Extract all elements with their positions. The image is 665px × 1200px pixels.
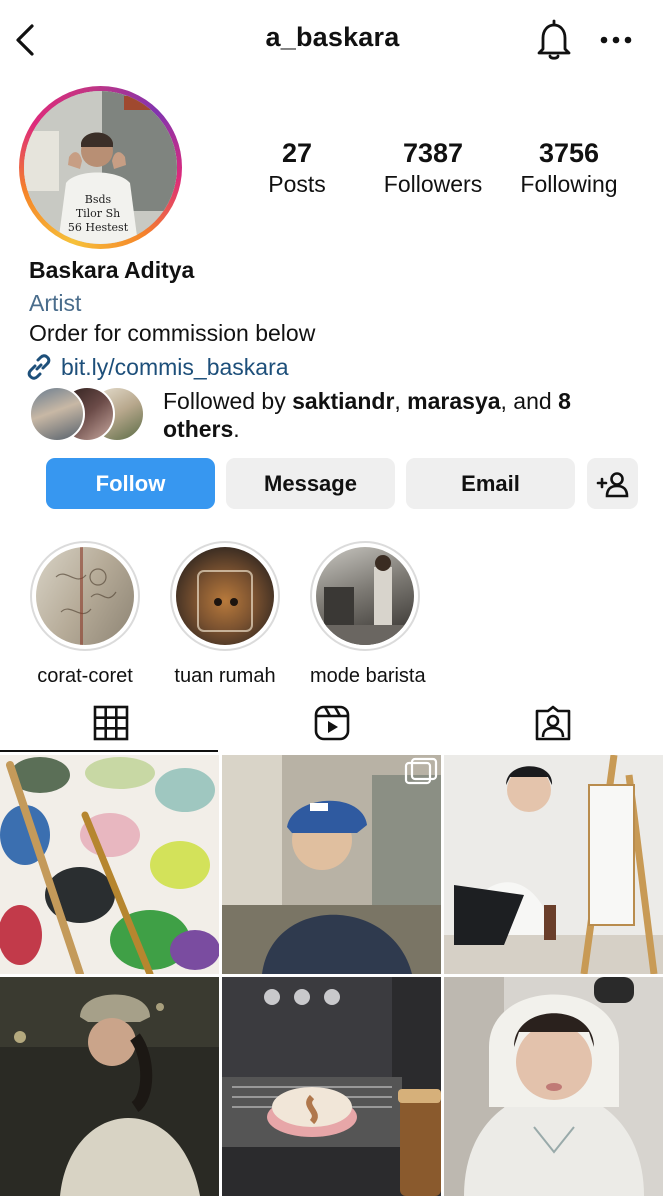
followed-by-text[interactable]: Followed by saktiandr, marasya, and 8 ot… bbox=[163, 387, 623, 443]
grid-icon bbox=[93, 705, 128, 741]
post-thumbnail[interactable] bbox=[222, 977, 441, 1196]
tab-reels[interactable] bbox=[221, 693, 442, 753]
followers-label: Followers bbox=[383, 171, 483, 197]
post-thumbnail[interactable] bbox=[444, 977, 663, 1196]
more-options-button[interactable] bbox=[598, 28, 638, 52]
suggest-users-button[interactable] bbox=[587, 458, 638, 509]
post-thumbnail[interactable] bbox=[0, 755, 219, 974]
highlight-cover bbox=[176, 547, 274, 645]
email-button[interactable]: Email bbox=[406, 458, 575, 509]
mutual-followers-avatars[interactable] bbox=[29, 386, 145, 442]
mutual-user-1[interactable]: saktiandr bbox=[292, 388, 394, 414]
add-person-icon bbox=[596, 471, 628, 497]
stat-following[interactable]: 3756 Following bbox=[499, 138, 639, 198]
follow-button[interactable]: Follow bbox=[46, 458, 215, 509]
post-thumbnail[interactable] bbox=[0, 977, 219, 1196]
following-count: 3756 bbox=[538, 138, 600, 168]
highlight-corat-coret[interactable]: corat-coret bbox=[30, 541, 140, 688]
followers-count: 7387 bbox=[402, 138, 464, 168]
tab-tagged[interactable] bbox=[442, 693, 663, 753]
more-horizontal-icon bbox=[600, 36, 632, 44]
active-tab-indicator bbox=[0, 750, 218, 752]
svg-text:Bsds: Bsds bbox=[85, 193, 112, 206]
posts-grid bbox=[0, 755, 665, 1200]
tab-posts-grid[interactable] bbox=[0, 693, 221, 753]
profile-name: Baskara Aditya bbox=[29, 257, 195, 283]
profile-avatar[interactable]: Bsds Tilor Sh 56 Hestest bbox=[19, 86, 182, 249]
highlight-cover bbox=[316, 547, 414, 645]
following-label: Following bbox=[520, 171, 618, 197]
highlight-label: tuan rumah bbox=[174, 665, 276, 687]
bell-icon bbox=[537, 19, 571, 60]
avatar-photo: Bsds Tilor Sh 56 Hestest bbox=[24, 91, 177, 244]
svg-text:56 Hestest: 56 Hestest bbox=[68, 221, 129, 234]
post-thumbnail[interactable] bbox=[222, 755, 441, 974]
profile-category: Artist bbox=[29, 290, 82, 316]
posts-count: 27 bbox=[281, 138, 313, 168]
notifications-button[interactable] bbox=[534, 18, 574, 62]
mutual-user-2[interactable]: marasya bbox=[407, 388, 500, 414]
highlight-label: mode barista bbox=[310, 665, 426, 687]
mutual-avatar-1 bbox=[29, 386, 85, 442]
highlight-cover bbox=[36, 547, 134, 645]
profile-bio: Order for commission below bbox=[29, 320, 316, 346]
profile-link[interactable]: bit.ly/commis_baskara bbox=[25, 352, 289, 382]
post-thumbnail[interactable] bbox=[444, 755, 663, 974]
reels-icon bbox=[314, 705, 349, 741]
message-button[interactable]: Message bbox=[226, 458, 395, 509]
stat-followers[interactable]: 7387 Followers bbox=[363, 138, 503, 198]
posts-label: Posts bbox=[268, 171, 326, 197]
svg-text:Tilor Sh: Tilor Sh bbox=[76, 207, 120, 220]
stat-posts[interactable]: 27 Posts bbox=[227, 138, 367, 198]
tagged-person-icon bbox=[535, 705, 570, 741]
highlight-tuan-rumah[interactable]: tuan rumah bbox=[170, 541, 280, 688]
link-icon bbox=[27, 354, 51, 380]
highlight-label: corat-coret bbox=[37, 665, 133, 687]
profile-tabs bbox=[0, 693, 665, 753]
highlight-mode-barista[interactable]: mode barista bbox=[310, 541, 426, 688]
profile-link-text: bit.ly/commis_baskara bbox=[61, 353, 289, 380]
